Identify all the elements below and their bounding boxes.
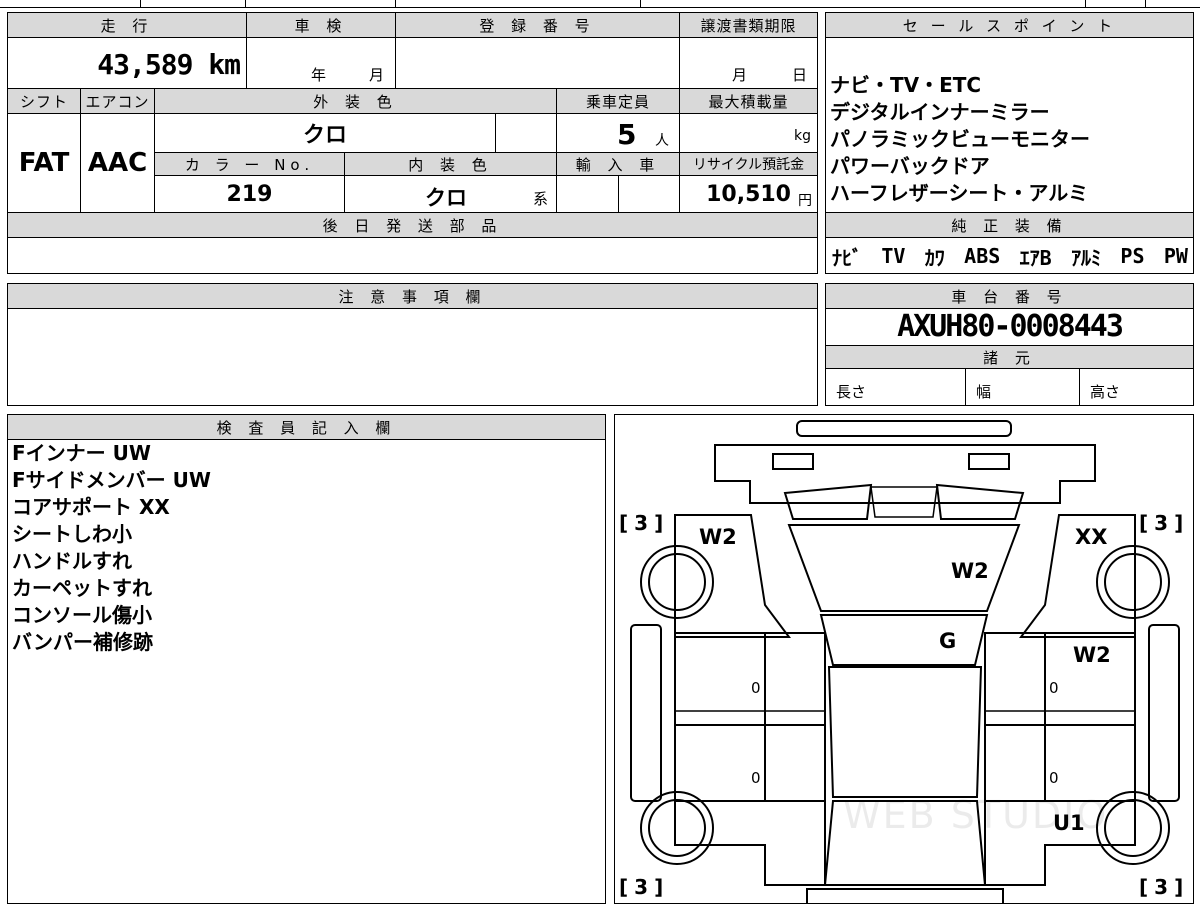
door-mark-left-rear: 0 xyxy=(751,769,761,787)
inspector-notes-list: Fインナー UW Fサイドメンバー UW コアサポート XX シートしわ小 ハン… xyxy=(12,440,592,656)
equipment-item: TV xyxy=(881,244,906,268)
inspector-note: コアサポート XX xyxy=(12,495,170,519)
interior-color-value: クロ xyxy=(425,186,467,210)
sales-point-line: ハーフレザーシート・アルミ xyxy=(830,181,1089,205)
sales-point-line: パワーバックドア xyxy=(830,154,990,178)
equipment-header: 純 正 装 備 xyxy=(825,212,1194,238)
ac-value: AAC xyxy=(87,148,148,178)
ac-cell: AAC xyxy=(80,113,155,213)
equipment-item: PS xyxy=(1120,244,1145,268)
recycle-header: リサイクル預託金 xyxy=(679,152,818,176)
capacity-unit: 人 xyxy=(655,133,669,149)
equipment-item: ｶﾜ xyxy=(924,245,945,270)
shaken-header: 車 検 xyxy=(246,12,396,38)
interior-color-cell: クロ 系 xyxy=(344,175,557,213)
sales-point-line: デジタルインナーミラー xyxy=(830,100,1050,124)
spec-width-label: 幅 xyxy=(976,383,992,401)
capacity-header: 乗車定員 xyxy=(556,88,680,114)
mileage-header: 走 行 xyxy=(7,12,247,38)
door-mark-right-front: 0 xyxy=(1049,679,1059,697)
mileage-value: 43,589 km xyxy=(97,48,241,81)
spec-width-cell: 幅 xyxy=(965,368,1080,406)
exterior-color-extra-cell xyxy=(495,113,557,153)
capacity-value: 5 xyxy=(617,118,637,151)
equipment-item: ﾅﾋﾞ xyxy=(832,245,862,270)
transfer-day: 日 xyxy=(792,66,808,84)
top-header-strip xyxy=(0,0,1200,8)
color-no-value: 219 xyxy=(226,181,273,207)
spec-height-cell: 高さ xyxy=(1079,368,1194,406)
recycle-cell: 10,510 円 xyxy=(679,175,818,213)
inspector-note: Fサイドメンバー UW xyxy=(12,468,211,492)
color-no-header: カ ラ ー No. xyxy=(154,152,345,176)
mark-right-front-door: W2 xyxy=(1073,643,1111,667)
sales-point-line: パノラミックビューモニター xyxy=(830,127,1090,151)
transfer-deadline-header: 譲渡書類期限 xyxy=(679,12,818,38)
max-load-unit: kg xyxy=(794,128,811,144)
spec-length-cell: 長さ xyxy=(825,368,966,406)
mark-windshield: G xyxy=(939,629,957,653)
inspector-note: Fインナー UW xyxy=(12,441,151,465)
tire-rear-left-depth: [3] xyxy=(619,875,670,899)
max-load-header: 最大積載量 xyxy=(679,88,818,114)
inspector-note: バンパー補修跡 xyxy=(12,630,153,654)
recycle-value: 10,510 xyxy=(706,182,791,207)
watermark: WEB STUDIO xyxy=(843,793,1109,837)
import-cell-2 xyxy=(618,175,680,213)
exterior-color-cell: クロ xyxy=(154,113,496,153)
registration-header: 登 録 番 号 xyxy=(395,12,680,38)
spec-length-label: 長さ xyxy=(836,383,867,401)
shift-value: FAT xyxy=(18,148,70,178)
later-parts-header: 後 日 発 送 部 品 xyxy=(7,212,818,238)
transfer-deadline-cell: 月 日 xyxy=(679,37,818,89)
inspector-note: コンソール傷小 xyxy=(12,603,152,627)
max-load-cell: kg xyxy=(679,113,818,153)
import-header: 輸 入 車 xyxy=(556,152,680,176)
exterior-color-header: 外 装 色 xyxy=(154,88,557,114)
tire-front-left-depth: [3] xyxy=(619,511,670,535)
later-parts-cell xyxy=(7,237,818,274)
inspector-header: 検 査 員 記 入 欄 xyxy=(7,414,606,440)
door-mark-left-front: 0 xyxy=(751,679,761,697)
mark-right-front-fender: XX xyxy=(1075,525,1108,549)
mark-left-front-fender: W2 xyxy=(699,525,737,549)
equipment-item: ABS xyxy=(964,244,1001,268)
equipment-item: ｱﾙﾐ xyxy=(1071,245,1102,270)
spec-height-label: 高さ xyxy=(1090,383,1121,401)
shift-cell: FAT xyxy=(7,113,81,213)
shaken-cell: 年 月 xyxy=(246,37,396,89)
registration-cell xyxy=(395,37,680,89)
equipment-item: ｴｱB xyxy=(1019,245,1052,270)
interior-color-header: 内 装 色 xyxy=(344,152,557,176)
inspector-note: ハンドルすれ xyxy=(12,549,132,573)
door-mark-right-rear: 0 xyxy=(1049,769,1059,787)
sales-points-list: ナビ・TV・ETC デジタルインナーミラー パノラミックビューモニター パワーバ… xyxy=(830,72,1190,207)
chassis-value: AXUH80-0008443 xyxy=(897,309,1124,344)
shaken-month: 月 xyxy=(369,66,385,84)
exterior-color-value: クロ xyxy=(302,123,347,148)
color-no-cell: 219 xyxy=(154,175,345,213)
shaken-year: 年 xyxy=(311,66,327,84)
equipment-item: PW xyxy=(1163,244,1188,268)
ac-header: エアコン xyxy=(80,88,155,114)
damage-diagram-box: [3] [3] [3] [3] W2 W2 XX G W2 U1 0 0 0 0… xyxy=(614,414,1194,904)
sales-point-line: ナビ・TV・ETC xyxy=(830,73,982,97)
tire-rear-right-depth: [3] xyxy=(1139,875,1190,899)
inspector-note: シートしわ小 xyxy=(12,522,132,546)
shift-header: シフト xyxy=(7,88,81,114)
sales-points-header: セ ー ル ス ポ イ ン ト xyxy=(825,12,1194,38)
specs-header: 諸 元 xyxy=(825,345,1194,369)
mark-hood: W2 xyxy=(951,559,989,583)
tire-front-right-depth: [3] xyxy=(1139,511,1190,535)
notes-header: 注 意 事 項 欄 xyxy=(7,283,818,309)
mileage-cell: 43,589 km xyxy=(7,37,247,89)
import-cell-1 xyxy=(556,175,619,213)
interior-color-suffix: 系 xyxy=(533,190,549,208)
transfer-month: 月 xyxy=(732,66,748,84)
capacity-cell: 5 人 xyxy=(556,113,680,153)
recycle-unit: 円 xyxy=(798,193,812,209)
equipment-list: ﾅﾋﾞ TV ｶﾜ ABS ｴｱB ｱﾙﾐ PS PW xyxy=(832,240,1188,272)
chassis-header: 車 台 番 号 xyxy=(825,283,1194,309)
inspector-note: カーペットすれ xyxy=(12,576,152,600)
